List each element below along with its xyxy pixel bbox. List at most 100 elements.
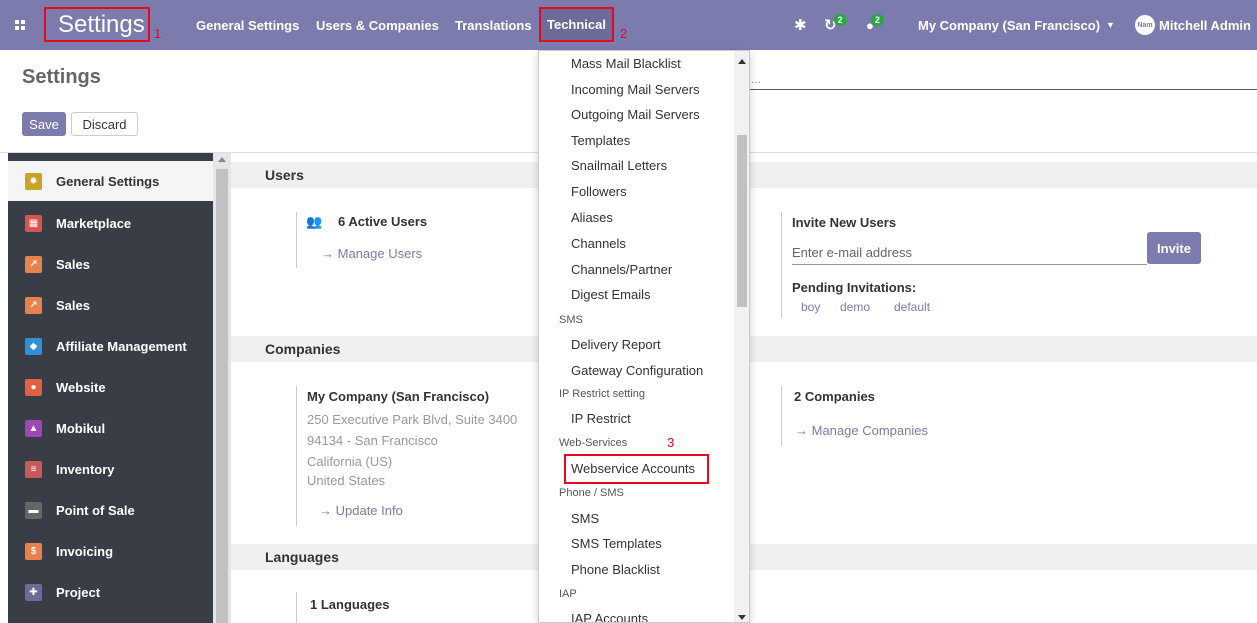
sidebar-item-inventory[interactable]: ≡ Inventory [8,449,213,489]
annotation-2: 2 [620,26,628,41]
scrollbar-thumb[interactable] [216,169,228,623]
menu-item-sms[interactable]: SMS [571,511,599,526]
gear-icon: ✹ [25,172,42,190]
avatar: Nam [1135,15,1155,35]
menu-item-followers[interactable]: Followers [571,184,627,199]
technical-dropdown-menu: Mass Mail Blacklist Incoming Mail Server… [538,50,750,623]
company-address-line: California (US) [307,454,393,469]
sidebar-item-mobikul[interactable]: ▲ Mobikul [8,408,213,448]
save-button[interactable]: Save [22,112,66,136]
menu-header-ip-restrict: IP Restrict setting [559,388,645,400]
scroll-up-icon[interactable] [738,59,746,64]
search-input[interactable]: ... [751,72,761,86]
register-icon: ▬ [25,501,42,519]
menu-item-ip-restrict[interactable]: IP Restrict [571,411,631,426]
nav-menu-general-settings[interactable]: General Settings [196,0,299,50]
update-info-link[interactable]: → Update Info [319,503,403,518]
languages-count: 1 Languages [310,597,390,612]
search-underline [749,89,1257,90]
menu-header-web-services: Web-Services [559,437,628,449]
pending-invite-demo[interactable]: demo [840,300,870,314]
users-icon: 👥 [306,214,323,229]
menu-item-iap-accounts[interactable]: IAP Accounts [571,611,648,622]
pending-invitations-title: Pending Invitations: [792,280,917,295]
scrollbar-thumb[interactable] [737,135,747,307]
nav-menu-translations[interactable]: Translations [455,0,532,50]
menu-item-digest-emails[interactable]: Digest Emails [571,287,650,302]
menu-item-outgoing-mail-servers[interactable]: Outgoing Mail Servers [571,107,700,122]
sidebar-item-sales-2[interactable]: ↗ Sales [8,285,213,325]
pending-invite-boy[interactable]: boy [801,300,820,314]
annotation-3: 3 [667,435,675,450]
scroll-up-icon[interactable] [218,157,226,162]
menu-item-gateway-configuration[interactable]: Gateway Configuration [571,363,703,378]
menu-item-phone-blacklist[interactable]: Phone Blacklist [571,562,660,577]
sidebar-item-point-of-sale[interactable]: ▬ Point of Sale [8,490,213,530]
sidebar-scrollbar[interactable] [213,153,231,623]
divider [781,212,782,318]
menu-item-delivery-report[interactable]: Delivery Report [571,337,661,352]
sidebar-item-label: Affiliate Management [56,338,187,354]
sidebar-item-label: Sales [56,256,90,272]
company-switcher[interactable]: My Company (San Francisco) ▼ [918,0,1115,50]
sidebar-item-website[interactable]: ● Website [8,367,213,407]
activity-icon[interactable]: ↻ 2 [824,0,850,50]
discard-button[interactable]: Discard [71,112,138,136]
menu-item-incoming-mail-servers[interactable]: Incoming Mail Servers [571,82,700,97]
divider [296,386,297,526]
menu-item-snailmail-letters[interactable]: Snailmail Letters [571,158,667,173]
company-name: My Company (San Francisco) [307,389,490,404]
menu-item-mass-mail-blacklist[interactable]: Mass Mail Blacklist [571,56,681,71]
apps-menu-icon[interactable] [0,0,40,50]
manage-companies-link[interactable]: → Manage Companies [795,423,928,438]
invite-title: Invite New Users [792,215,897,230]
menu-item-channels[interactable]: Channels [571,236,626,251]
menu-item-aliases[interactable]: Aliases [571,210,613,225]
user-menu[interactable]: Nam Mitchell Admin [1135,0,1251,50]
affiliate-icon: ◆ [25,337,42,355]
nav-menu-users-companies[interactable]: Users & Companies [316,0,439,50]
menu-header-iap: IAP [559,588,577,600]
mobile-icon: ▲ [25,419,42,437]
scroll-down-icon[interactable] [738,615,746,620]
sidebar-item-project[interactable]: ✚ Project [8,572,213,612]
menu-item-channels-partner[interactable]: Channels/Partner [571,262,672,277]
menu-item-webservice-accounts[interactable]: Webservice Accounts [571,461,695,476]
menu-item-sms-templates[interactable]: SMS Templates [571,536,662,551]
pending-invite-default[interactable]: default [894,300,930,314]
sidebar-item-label: Sales [56,297,90,313]
debug-bug-icon[interactable]: ✱ [794,0,807,50]
sidebar-item-label: Invoicing [56,543,114,559]
sidebar-item-general-settings[interactable]: ✹ General Settings [8,161,213,201]
sidebar-item-label: Inventory [56,461,115,477]
chart-icon: ↗ [25,296,42,314]
chart-icon: ↗ [25,255,42,273]
sidebar-item-label: Mobikul [56,420,106,436]
dropdown-scrollbar[interactable] [734,51,749,622]
invoice-icon: $ [25,542,42,560]
messages-icon[interactable]: ● 2 [866,0,887,50]
company-address-line: United States [307,473,386,488]
messages-badge: 2 [870,14,884,26]
sidebar-item-marketplace[interactable]: ▦ Marketplace [8,203,213,243]
company-switcher-label: My Company (San Francisco) [918,17,1101,33]
sidebar-item-label: General Settings [56,173,160,189]
sidebar-item-affiliate-management[interactable]: ◆ Affiliate Management [8,326,213,366]
menu-item-templates[interactable]: Templates [571,133,630,148]
sidebar-item-label: Point of Sale [56,502,135,518]
divider [296,592,297,623]
divider [296,212,297,268]
chevron-down-icon: ▼ [1106,20,1115,30]
menu-header-phone-sms: Phone / SMS [559,487,624,499]
app-brand[interactable]: Settings [44,7,150,42]
email-field[interactable]: Enter e-mail address [792,239,1147,265]
invite-button[interactable]: Invite [1147,232,1201,264]
menu-header-sms: SMS [559,314,583,326]
sidebar-item-invoicing[interactable]: $ Invoicing [8,531,213,571]
puzzle-icon: ✚ [25,583,42,601]
nav-menu-technical[interactable]: Technical [539,7,614,42]
user-name: Mitchell Admin [1159,17,1251,33]
manage-users-link[interactable]: → Manage Users [321,246,422,261]
sidebar-item-sales[interactable]: ↗ Sales [8,244,213,284]
company-address-line: 94134 - San Francisco [307,433,438,448]
